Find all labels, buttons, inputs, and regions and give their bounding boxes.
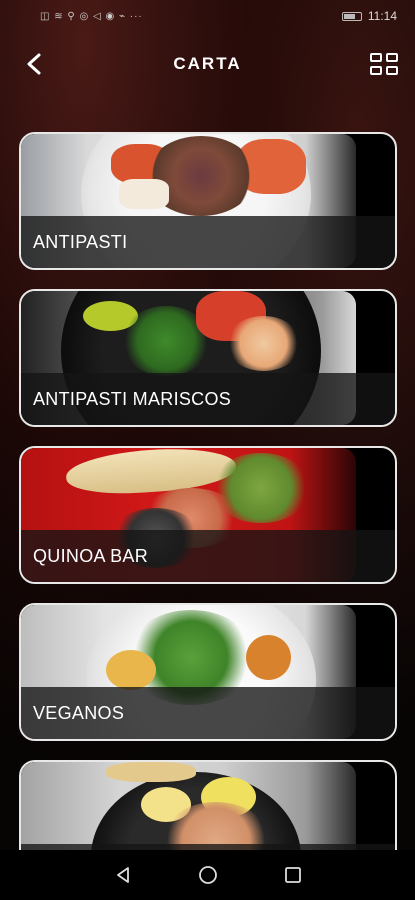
notification-icons: ◫ ≋ ⚲ ◎ ◁ ◉ ⌁ ··· xyxy=(40,10,143,22)
back-arrow-icon xyxy=(27,53,41,75)
category-label: QUINOA BAR xyxy=(33,545,149,566)
category-label: ANTIPASTI MARISCOS xyxy=(33,388,232,409)
system-nav-bar xyxy=(0,850,415,900)
category-card-quinoa-bar[interactable]: QUINOA BAR xyxy=(19,446,397,584)
category-label: VEGANOS xyxy=(33,702,125,723)
category-label: ANTIPASTI xyxy=(33,231,128,252)
app-header: CARTA xyxy=(0,32,415,96)
nav-recent-icon xyxy=(284,867,301,883)
card-label-bar: VEGANOS xyxy=(21,687,395,739)
grid-view-icon xyxy=(386,66,398,75)
card-label-bar: ANTIPASTI xyxy=(21,216,395,268)
back-button[interactable] xyxy=(20,50,48,78)
grid-view-button[interactable] xyxy=(369,50,399,78)
nav-back-button[interactable] xyxy=(109,861,137,889)
grid-view-icon xyxy=(370,53,382,62)
nav-home-button[interactable] xyxy=(194,861,222,889)
nav-back-icon xyxy=(116,867,129,883)
grid-view-icon xyxy=(386,53,398,62)
card-label-bar: ANTIPASTI MARISCOS xyxy=(21,373,395,425)
page-title: CARTA xyxy=(173,54,242,73)
status-time: 11:14 xyxy=(367,9,397,23)
nav-recent-button[interactable] xyxy=(279,861,307,889)
card-label-bar: QUINOA BAR xyxy=(21,530,395,582)
nav-home-icon xyxy=(198,866,217,884)
battery-icon xyxy=(341,11,362,21)
grid-view-icon xyxy=(370,66,382,75)
category-card-antipasti-mariscos[interactable]: ANTIPASTI MARISCOS xyxy=(19,289,397,427)
status-bar: ◫ ≋ ⚲ ◎ ◁ ◉ ⌁ ··· 11:14 xyxy=(0,0,415,32)
status-right: 11:14 xyxy=(341,9,397,23)
category-card-veganos[interactable]: VEGANOS xyxy=(19,603,397,741)
category-card-antipasti[interactable]: ANTIPASTI xyxy=(19,132,397,270)
